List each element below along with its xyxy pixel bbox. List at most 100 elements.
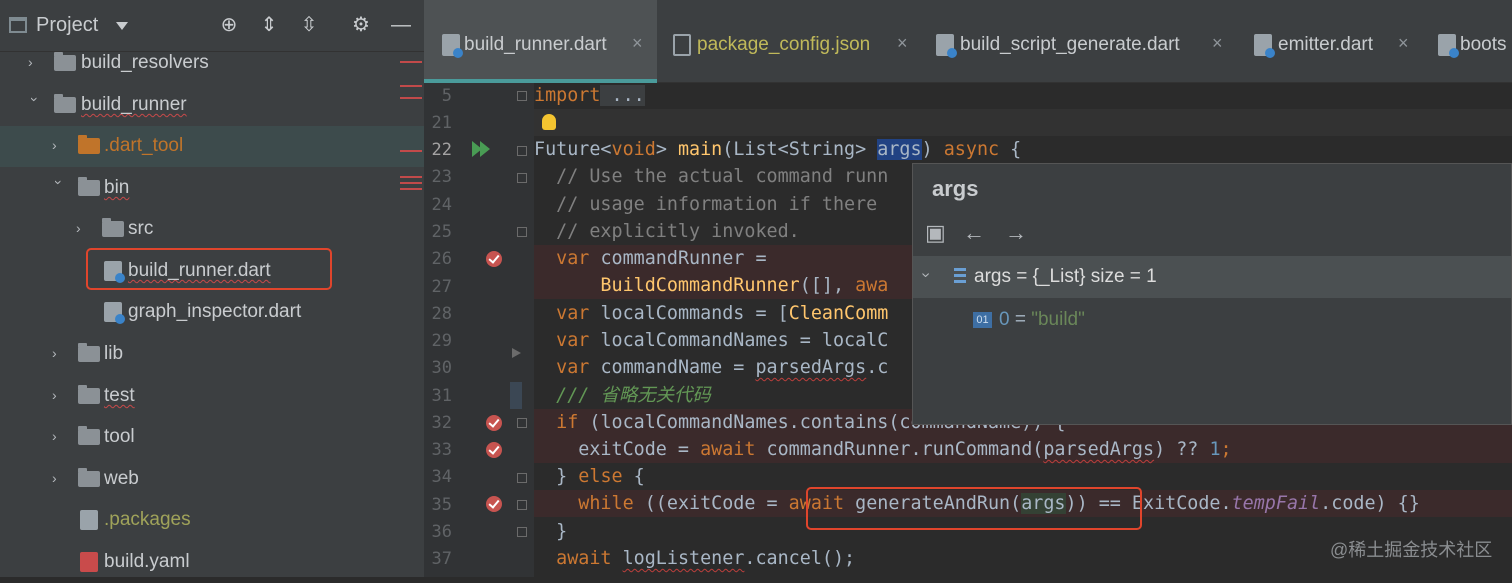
chevron-right-icon[interactable]: ›	[76, 221, 90, 235]
tab-build-runner-dart[interactable]: build_runner.dart ×	[424, 0, 657, 83]
tree-item-label: test	[104, 385, 135, 406]
close-icon[interactable]: ×	[897, 33, 908, 54]
chevron-down-icon[interactable]	[116, 22, 128, 30]
run-icon[interactable]	[480, 141, 490, 157]
code-line[interactable]: Future<void> main(List<String> args) asy…	[534, 136, 1021, 163]
collapse-all-icon[interactable]: ⇳	[297, 13, 321, 37]
tree-item-label: lib	[104, 343, 124, 364]
fold-icon[interactable]	[517, 500, 527, 510]
error-stripe-mark	[400, 85, 422, 87]
chevron-right-icon[interactable]: ›	[52, 346, 66, 360]
fold-icon[interactable]	[517, 173, 527, 183]
close-icon[interactable]: ×	[1212, 33, 1223, 54]
breakpoint-icon[interactable]	[486, 415, 502, 431]
line-number: 24	[431, 195, 452, 215]
tree-item-src[interactable]: › src	[0, 209, 424, 250]
line-number: 30	[431, 358, 452, 378]
line-number: 33	[431, 440, 452, 460]
watermark: @稀土掘金技术社区	[1330, 540, 1493, 560]
folder-icon	[78, 343, 100, 362]
line-number: 21	[431, 113, 452, 133]
code-line[interactable]: /// 省略无关代码	[534, 382, 711, 409]
variable-row[interactable]: › args = {_List} size = 1	[913, 256, 1511, 298]
code-line[interactable]: exitCode = await commandRunner.runComman…	[534, 436, 1231, 463]
fold-icon[interactable]	[517, 227, 527, 237]
tab-build-script-generate-dart[interactable]: build_script_generate.dart ×	[920, 0, 1238, 83]
tree-item-dart-tool[interactable]: › .dart_tool	[0, 126, 424, 167]
tab-emitter-dart[interactable]: emitter.dart ×	[1238, 0, 1428, 83]
json-file-icon	[673, 34, 691, 56]
tree-item-web[interactable]: › web	[0, 459, 424, 500]
fold-arrow-icon[interactable]	[512, 348, 521, 358]
chevron-down-icon[interactable]: ›	[27, 97, 43, 111]
tab-package-config-json[interactable]: package_config.json ×	[657, 0, 920, 83]
code-line[interactable]: var commandRunner =	[534, 245, 766, 272]
fold-icon[interactable]	[517, 418, 527, 428]
tree-item-label: graph_inspector.dart	[128, 301, 302, 322]
fold-icon[interactable]	[517, 146, 527, 156]
chevron-right-icon[interactable]: ›	[52, 138, 66, 152]
code-line[interactable]: }	[534, 518, 567, 545]
code-line[interactable]: // Use the actual command runn	[534, 163, 888, 190]
caret-line-highlight	[534, 109, 1512, 136]
tab-label: package_config.json	[697, 34, 871, 55]
line-number: 31	[431, 386, 452, 406]
hide-panel-icon[interactable]: —	[389, 13, 413, 37]
tree-item-build-resolvers[interactable]: › build_resolvers	[0, 43, 424, 84]
tab-label: build_script_generate.dart	[960, 34, 1180, 55]
file-icon	[80, 510, 98, 530]
chevron-right-icon[interactable]: ›	[52, 429, 66, 443]
chevron-right-icon[interactable]: ›	[28, 55, 42, 69]
project-view-title[interactable]: Project	[36, 14, 98, 37]
tree-item-label: build.yaml	[104, 551, 190, 572]
close-icon[interactable]: ×	[1398, 33, 1409, 54]
project-panel: Project ⊕ ⇕ ⇳ ⚙ — › build_resolvers › bu…	[0, 0, 424, 577]
gear-icon[interactable]: ⚙	[349, 13, 373, 37]
tab-label: emitter.dart	[1278, 34, 1374, 55]
close-icon[interactable]: ×	[632, 33, 643, 54]
code-line[interactable]: } else {	[534, 463, 645, 490]
tree-item-build-runner[interactable]: › build_runner	[0, 85, 424, 126]
breakpoint-icon[interactable]	[486, 251, 502, 267]
tree-item-graph-inspector-dart[interactable]: graph_inspector.dart	[0, 292, 424, 333]
evaluate-icon[interactable]: ▣	[925, 220, 946, 246]
error-stripe-mark	[400, 188, 422, 190]
chevron-right-icon[interactable]: ›	[52, 471, 66, 485]
popup-title: args	[932, 176, 979, 201]
folder-icon	[78, 135, 100, 154]
tree-item-lib[interactable]: › lib	[0, 334, 424, 375]
fold-icon[interactable]	[517, 91, 527, 101]
code-line[interactable]: // explicitly invoked.	[534, 218, 800, 245]
tab-boots[interactable]: boots	[1428, 0, 1512, 83]
code-line[interactable]: var commandName = parsedArgs.c	[534, 354, 888, 381]
breakpoint-icon[interactable]	[486, 442, 502, 458]
code-line[interactable]: var localCommandNames = localC	[534, 327, 888, 354]
chevron-down-icon[interactable]: ›	[51, 180, 67, 194]
locate-icon[interactable]: ⊕	[217, 13, 241, 37]
fold-icon[interactable]	[517, 527, 527, 537]
line-number: 27	[431, 277, 452, 297]
code-line[interactable]: // usage information if there	[534, 191, 877, 218]
code-line[interactable]: import ...	[534, 82, 645, 109]
tree-item-test[interactable]: › test	[0, 376, 424, 417]
chevron-right-icon[interactable]: ›	[52, 388, 66, 402]
tree-item-label: build_runner	[81, 94, 187, 115]
dart-file-icon	[442, 34, 463, 58]
code-line[interactable]: await logListener.cancel();	[534, 545, 855, 572]
forward-arrow-icon[interactable]: →	[1005, 220, 1027, 246]
code-line[interactable]: BuildCommandRunner([], awa	[534, 272, 888, 299]
dart-file-icon	[1438, 34, 1459, 58]
tree-item-tool[interactable]: › tool	[0, 417, 424, 458]
lightbulb-icon[interactable]	[542, 114, 556, 130]
tree-item-label: .packages	[104, 509, 191, 530]
chevron-down-icon[interactable]: ›	[917, 272, 935, 277]
fold-icon[interactable]	[517, 473, 527, 483]
tree-item-bin[interactable]: › bin	[0, 168, 424, 209]
tree-item-packages[interactable]: .packages	[0, 500, 424, 541]
expand-all-icon[interactable]: ⇕	[257, 13, 281, 37]
variable-label: args = {_List} size = 1	[974, 266, 1157, 287]
breakpoint-icon[interactable]	[486, 496, 502, 512]
line-number: 35	[431, 495, 452, 515]
code-line[interactable]: var localCommands = [CleanComm	[534, 300, 888, 327]
back-arrow-icon[interactable]: ←	[963, 220, 985, 246]
